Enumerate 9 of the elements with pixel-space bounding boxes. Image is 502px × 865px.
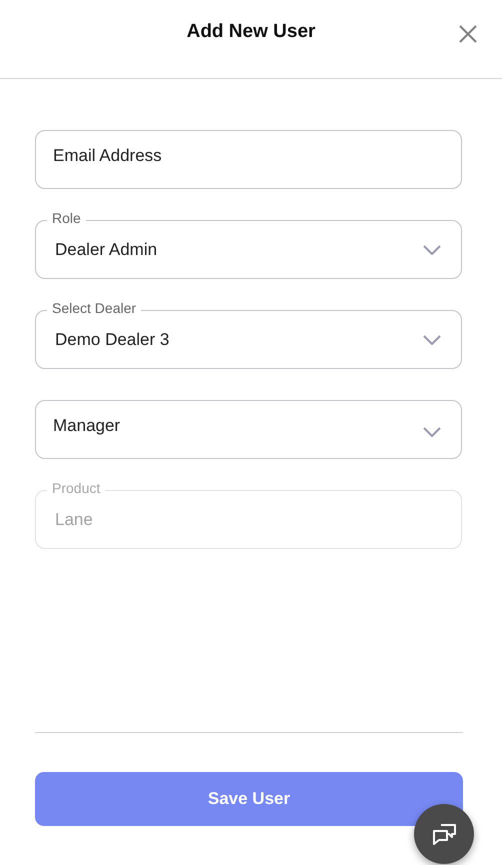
- input-field[interactable]: Email Address: [35, 130, 462, 189]
- chevron-down-icon: [423, 334, 441, 344]
- chat-icon: [431, 822, 457, 846]
- close-icon[interactable]: [458, 24, 478, 44]
- chevron-down-icon: [423, 244, 441, 254]
- dropdown[interactable]: Manager: [35, 400, 462, 459]
- dialog-title: Add New User: [186, 21, 316, 43]
- chevron-down-icon: [423, 426, 441, 436]
- chat-button[interactable]: [414, 804, 474, 864]
